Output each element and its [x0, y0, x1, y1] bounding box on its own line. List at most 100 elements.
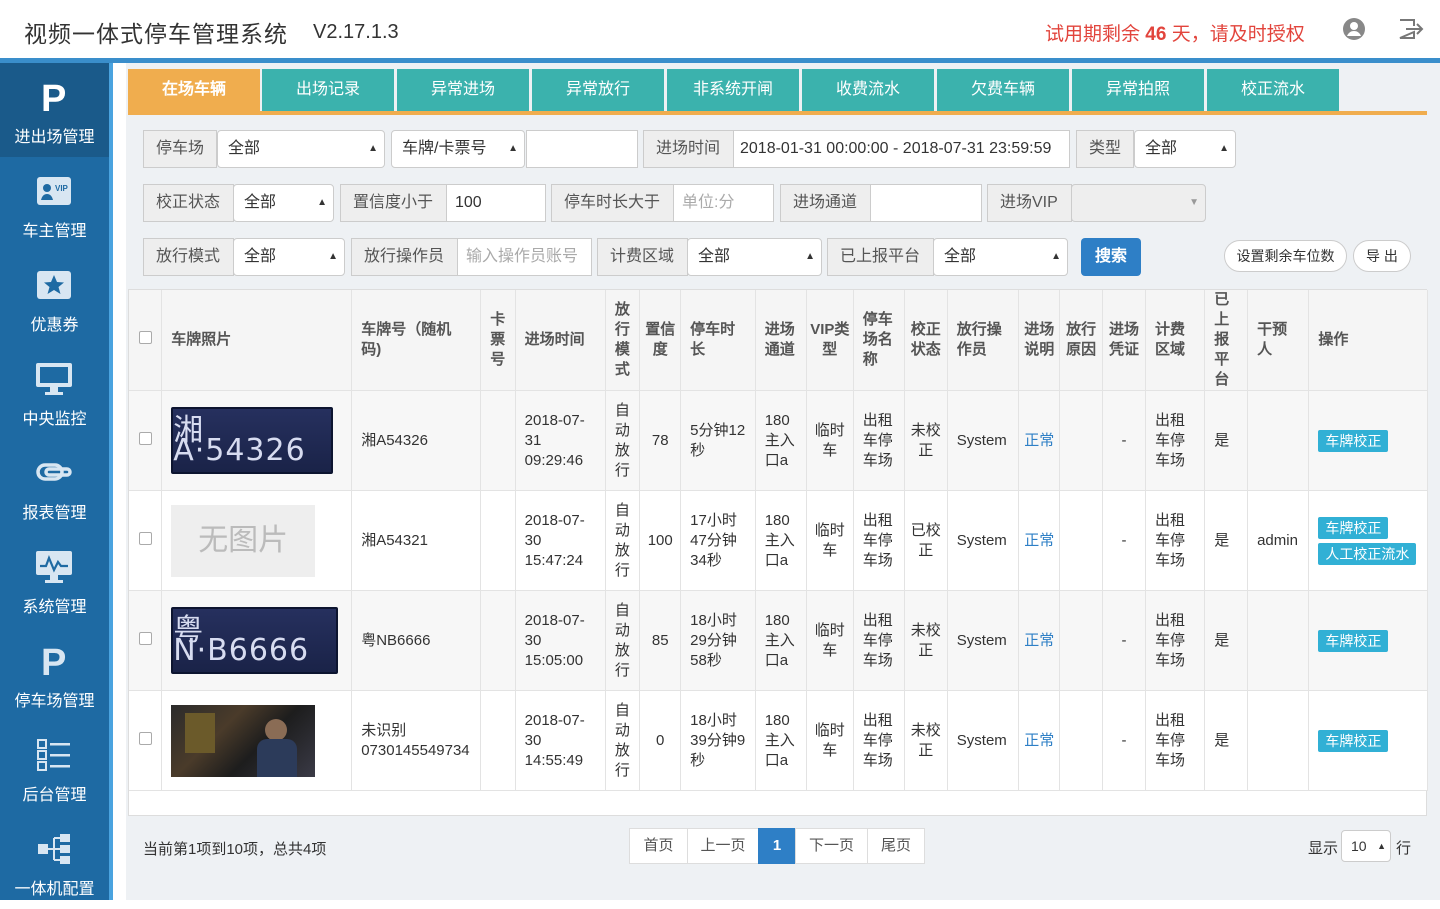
- col-header-vip-type: VIP类型: [806, 290, 854, 391]
- sidebar-item-parking-lots[interactable]: P 停车场管理: [0, 627, 109, 721]
- sidebar-item-backend[interactable]: 后台管理: [0, 721, 109, 815]
- plate-correct-button[interactable]: 车牌校正: [1318, 429, 1389, 452]
- plate-correct-button[interactable]: 车牌校正: [1318, 516, 1389, 539]
- type-select[interactable]: 全部 ▲: [1134, 130, 1236, 168]
- entry-channel-input[interactable]: [870, 184, 982, 222]
- manual-correction-records-button[interactable]: 人工校正流水: [1318, 542, 1417, 565]
- entry-vip-select[interactable]: ▼: [1071, 184, 1206, 222]
- sidebar-item-owners[interactable]: VIP 车主管理: [0, 157, 109, 251]
- correction-status-select[interactable]: 全部 ▲: [233, 184, 334, 222]
- page-size-label: 显示: [1308, 840, 1339, 857]
- plate-photo-cell: [161, 690, 353, 791]
- entry-note-link[interactable]: 正常: [1024, 732, 1054, 749]
- plate-photo[interactable]: 湘A·54326: [171, 407, 334, 474]
- row-select-cell: [129, 390, 163, 491]
- tab-abnormal-photos[interactable]: 异常拍照: [1072, 69, 1204, 111]
- card-cell: [480, 590, 516, 691]
- plate-correct-button[interactable]: 车牌校正: [1318, 729, 1389, 752]
- reported-cell: 是: [1204, 590, 1249, 691]
- confidence-label: 置信度小于: [340, 184, 447, 222]
- release-mode-cell: 自动放行: [605, 690, 641, 791]
- last-page-button[interactable]: 尾页: [867, 828, 925, 864]
- logout-icon[interactable]: [1398, 18, 1424, 40]
- entry-note-link[interactable]: 正常: [1024, 532, 1054, 549]
- page-info: 当前第1项到10项，总共4项: [143, 841, 327, 858]
- row-select-cell: [129, 590, 163, 691]
- list-icon: [34, 735, 74, 775]
- plate-number-input[interactable]: [526, 130, 638, 168]
- sidebar-item-entry-exit[interactable]: P 进出场管理: [0, 63, 109, 157]
- entry-time-range-input[interactable]: 2018-01-31 00:00:00 - 2018-07-31 23:59:5…: [733, 130, 1070, 168]
- set-remaining-spaces-button[interactable]: 设置剩余车位数: [1224, 240, 1347, 272]
- page-size-select[interactable]: 10 ▲: [1341, 830, 1391, 862]
- trial-prefix: 试用期剩余: [1045, 24, 1146, 45]
- release-reason-cell: [1059, 490, 1104, 591]
- no-image-placeholder: 无图片: [171, 504, 316, 577]
- prev-page-button[interactable]: 上一页: [687, 828, 759, 864]
- sidebar-item-monitoring[interactable]: 中央监控: [0, 345, 109, 439]
- plate-cell: 湘A54326: [351, 390, 481, 491]
- trial-notice: 试用期剩余 46 天，请及时授权: [1045, 19, 1305, 46]
- col-header-plate: 车牌号（随机码): [351, 290, 481, 391]
- row-checkbox[interactable]: [138, 631, 152, 645]
- actions-cell: 车牌校正: [1308, 390, 1428, 491]
- parking-lot-select[interactable]: 全部 ▲: [217, 130, 385, 168]
- plate-correct-button[interactable]: 车牌校正: [1318, 629, 1389, 652]
- tab-non-system-open[interactable]: 非系统开闸: [667, 69, 799, 111]
- row-checkbox[interactable]: [138, 431, 152, 445]
- col-header-billing-area: 计费区域: [1145, 290, 1206, 391]
- entry-vip-label: 进场VIP: [987, 184, 1072, 222]
- select-arrows-icon: ▲: [317, 197, 327, 208]
- release-reason-cell: [1059, 590, 1104, 691]
- plate-type-value: 车牌/卡票号: [402, 140, 487, 157]
- confidence-input[interactable]: 100: [446, 184, 546, 222]
- duration-label: 停车时长大于: [551, 184, 674, 222]
- vehicle-scene-photo[interactable]: [171, 704, 316, 777]
- correction-status-label: 校正状态: [143, 184, 234, 222]
- tab-in-lot-vehicles[interactable]: 在场车辆: [128, 69, 260, 111]
- sidebar-item-coupons[interactable]: 优惠券: [0, 251, 109, 345]
- tab-arrears-vehicles[interactable]: 欠费车辆: [937, 69, 1069, 111]
- next-page-button[interactable]: 下一页: [795, 828, 868, 864]
- release-mode-select[interactable]: 全部 ▲: [233, 238, 345, 276]
- entry-time-cell: 2018-07-31 09:29:46: [515, 390, 606, 491]
- select-arrows-icon: ▲: [1051, 251, 1061, 262]
- plate-photo[interactable]: 粤N·B6666: [171, 607, 339, 674]
- card-cell: [480, 490, 516, 591]
- sidebar-item-reports[interactable]: 报表管理: [0, 439, 109, 533]
- operator-cell: System: [947, 390, 1020, 491]
- billing-area-select[interactable]: 全部 ▲: [687, 238, 822, 276]
- reported-platform-select[interactable]: 全部 ▲: [933, 238, 1068, 276]
- select-arrows-icon: ▲: [1377, 841, 1386, 851]
- intervener-cell: [1247, 690, 1310, 791]
- tab-correction-records[interactable]: 校正流水: [1207, 69, 1339, 111]
- export-button[interactable]: 导 出: [1353, 240, 1411, 272]
- actions-cell: 车牌校正人工校正流水: [1308, 490, 1428, 591]
- actions-cell: 车牌校正: [1308, 590, 1428, 691]
- select-arrows-icon: ▲: [805, 251, 815, 262]
- row-checkbox[interactable]: [138, 731, 152, 745]
- first-page-button[interactable]: 首页: [629, 828, 688, 864]
- operator-input[interactable]: 输入操作员账号: [457, 238, 592, 276]
- col-header-entry-time: 进场时间: [515, 290, 606, 391]
- intervener-cell: [1247, 390, 1310, 491]
- tab-fee-records[interactable]: 收费流水: [802, 69, 934, 111]
- col-header-channel: 进场通道: [755, 290, 807, 391]
- sidebar-item-system[interactable]: 系统管理: [0, 533, 109, 627]
- tab-abnormal-entry[interactable]: 异常进场: [397, 69, 529, 111]
- select-all-checkbox[interactable]: [138, 331, 152, 344]
- duration-cell: 17小时47分钟34秒: [680, 490, 756, 591]
- lot-name-cell: 出租车停车场: [853, 490, 905, 591]
- entry-note-link[interactable]: 正常: [1024, 632, 1054, 649]
- row-checkbox[interactable]: [138, 531, 152, 545]
- sidebar-item-device-config[interactable]: 一体机配置: [0, 815, 109, 909]
- entry-note-link[interactable]: 正常: [1024, 432, 1054, 449]
- page-1-button[interactable]: 1: [758, 828, 796, 864]
- release-mode-cell: 自动放行: [605, 390, 641, 491]
- tab-abnormal-release[interactable]: 异常放行: [532, 69, 664, 111]
- user-avatar-icon[interactable]: [1342, 17, 1366, 41]
- duration-input[interactable]: 单位:分: [673, 184, 774, 222]
- tab-exit-records[interactable]: 出场记录: [262, 69, 394, 111]
- search-button[interactable]: 搜索: [1081, 238, 1141, 276]
- plate-type-select[interactable]: 车牌/卡票号 ▲: [391, 130, 525, 168]
